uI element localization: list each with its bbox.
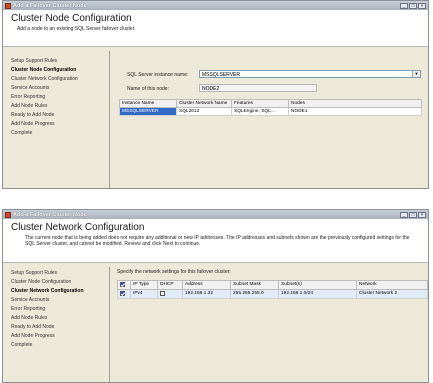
step-setup-support-rules[interactable]: Setup Support Rules — [3, 56, 109, 65]
steps-sidebar: Setup Support Rules Cluster Node Configu… — [3, 47, 109, 188]
chevron-down-icon[interactable]: ▼ — [412, 71, 420, 77]
app-icon — [5, 2, 11, 9]
cell-features: SQLEngine, SQL... — [231, 107, 289, 116]
window-title: Add a Failover Cluster Node — [13, 211, 87, 218]
page-header: Cluster Network Configuration The curren… — [3, 219, 428, 263]
cell-subnets: 192.168.1.0/24 — [278, 288, 357, 299]
app-icon — [5, 211, 11, 218]
col-select[interactable] — [117, 280, 131, 290]
col-dhcp[interactable]: DHCP — [157, 280, 183, 290]
minimize-icon[interactable]: _ — [400, 2, 408, 9]
divider — [109, 51, 110, 188]
step-complete[interactable]: Complete — [3, 128, 109, 137]
minimize-icon[interactable]: _ — [400, 211, 408, 218]
node-name-field: NODE2 — [199, 84, 317, 92]
steps-sidebar: Setup Support Rules Cluster Node Configu… — [3, 263, 109, 382]
close-icon[interactable]: × — [418, 2, 426, 9]
maximize-icon[interactable]: □ — [409, 211, 417, 218]
table-row[interactable]: MSSQLSERVER SQL2012 SQLEngine, SQL... NO… — [119, 107, 422, 116]
step-add-node-rules[interactable]: Add Node Rules — [3, 101, 109, 110]
step-add-node-progress[interactable]: Add Node Progress — [3, 331, 109, 340]
dhcp-checkbox[interactable] — [160, 290, 165, 296]
page-title: Cluster Node Configuration — [11, 13, 132, 24]
step-service-accounts[interactable]: Service Accounts — [3, 83, 109, 92]
maximize-icon[interactable]: □ — [409, 2, 417, 9]
step-setup-support-rules[interactable]: Setup Support Rules — [3, 268, 109, 277]
step-service-accounts[interactable]: Service Accounts — [3, 295, 109, 304]
instance-table: Instance Name Cluster Network Name Featu… — [119, 99, 422, 116]
cell-select[interactable] — [117, 288, 131, 299]
node-name-label: Name of this node: — [127, 86, 169, 92]
col-address[interactable]: Address — [182, 280, 231, 290]
step-cluster-network-configuration[interactable]: Cluster Network Configuration — [3, 74, 109, 83]
cell-nodes: NODE1 — [288, 107, 422, 116]
title-bar[interactable]: Add a Failover Cluster Node _ □ × — [3, 210, 428, 219]
step-ready-to-add-node[interactable]: Ready to Add Node — [3, 322, 109, 331]
col-features[interactable]: Features — [231, 99, 289, 108]
step-complete[interactable]: Complete — [3, 340, 109, 349]
network-prompt: Specify the network settings for this fa… — [117, 269, 231, 275]
row-checkbox[interactable] — [120, 290, 125, 296]
step-ready-to-add-node[interactable]: Ready to Add Node — [3, 110, 109, 119]
cluster-network-config-window: Add a Failover Cluster Node _ □ × Cluste… — [2, 209, 429, 383]
col-subnet-mask[interactable]: Subnet Mask — [230, 280, 279, 290]
page-description: The current node that is being added doe… — [25, 235, 410, 247]
step-cluster-node-configuration[interactable]: Cluster Node Configuration — [3, 65, 109, 74]
step-add-node-progress[interactable]: Add Node Progress — [3, 119, 109, 128]
page-header: Cluster Node Configuration Add a node to… — [3, 10, 428, 47]
col-ip-type[interactable]: IP Type — [130, 280, 158, 290]
network-table: IP Type DHCP Address Subnet Mask Subnet(… — [117, 280, 428, 299]
page-description: Add a node to an existing SQL Server fai… — [17, 26, 136, 32]
col-nodes[interactable]: Nodes — [288, 99, 422, 108]
cluster-node-config-window: Add a Failover Cluster Node _ □ × Cluste… — [2, 0, 429, 189]
window-title: Add a Failover Cluster Node — [13, 2, 87, 9]
cell-dhcp[interactable] — [157, 288, 183, 299]
divider — [109, 267, 110, 382]
cell-subnet-mask: 255.255.255.0 — [230, 288, 279, 299]
page-title: Cluster Network Configuration — [11, 222, 145, 233]
instance-name-label: SQL Server instance name: — [127, 72, 189, 78]
cell-ip-type: IPv4 — [130, 288, 158, 299]
col-instance-name[interactable]: Instance Name — [119, 99, 177, 108]
step-error-reporting[interactable]: Error Reporting — [3, 92, 109, 101]
node-name-value: NODE2 — [202, 86, 220, 92]
title-bar[interactable]: Add a Failover Cluster Node _ □ × — [3, 1, 428, 10]
col-network[interactable]: Network — [356, 280, 428, 290]
cell-network: Cluster Network 2 — [356, 288, 428, 299]
close-icon[interactable]: × — [418, 211, 426, 218]
step-cluster-node-configuration[interactable]: Cluster Node Configuration — [3, 277, 109, 286]
cell-address: 192.168.1.32 — [182, 288, 231, 299]
cell-instance-name: MSSQLSERVER — [119, 107, 177, 116]
cell-cluster-network-name: SQL2012 — [176, 107, 232, 116]
step-add-node-rules[interactable]: Add Node Rules — [3, 313, 109, 322]
col-subnets[interactable]: Subnet(s) — [278, 280, 357, 290]
select-all-checkbox[interactable] — [120, 282, 125, 287]
col-cluster-network-name[interactable]: Cluster Network Name — [176, 99, 232, 108]
table-row[interactable]: IPv4 192.168.1.32 255.255.255.0 192.168.… — [117, 288, 428, 299]
step-error-reporting[interactable]: Error Reporting — [3, 304, 109, 313]
instance-name-combo[interactable]: MSSQLSERVER ▼ — [199, 70, 421, 78]
step-cluster-network-configuration[interactable]: Cluster Network Configuration — [3, 286, 109, 295]
instance-name-value: MSSQLSERVER — [202, 72, 240, 78]
